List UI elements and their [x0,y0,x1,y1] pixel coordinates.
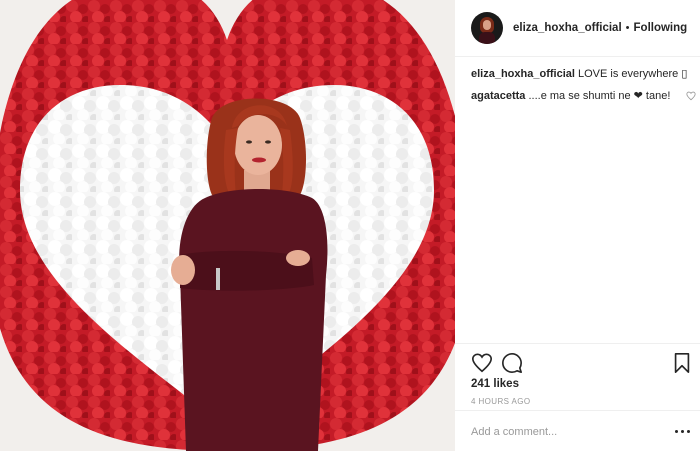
comments-list: eliza_hoxha_official LOVE is everywhere … [471,66,696,110]
more-options-icon[interactable] [675,425,691,437]
comment-input[interactable] [471,423,661,441]
comment-like-icon[interactable] [686,91,696,101]
add-comment-bar [455,410,700,451]
comment-text: LOVE is everywhere ▯ [578,68,688,80]
following-button[interactable]: Following [634,22,688,34]
heart-icon[interactable] [471,352,493,374]
post-photo[interactable] [0,0,455,451]
likes-count[interactable]: 241 likes [471,378,519,390]
comment-username[interactable]: eliza_hoxha_official [471,68,575,80]
header-username[interactable]: eliza_hoxha_official [513,22,622,34]
comment-item: agatacetta ....e ma se shumti ne ❤ tane! [471,88,696,104]
avatar[interactable] [471,12,503,44]
bookmark-icon[interactable] [671,352,693,374]
post-panel: eliza_hoxha_official • Following eliza_h… [455,0,700,451]
comment-item: eliza_hoxha_official LOVE is everywhere … [471,66,696,82]
post-timestamp[interactable]: 4 HOURS AGO [471,397,531,406]
comment-icon[interactable] [501,352,523,374]
header-separator: • [625,22,630,34]
comment-username[interactable]: agatacetta [471,90,525,102]
post-header: eliza_hoxha_official • Following [455,0,700,57]
photo-art [0,0,455,451]
comment-text: ....e ma se shumti ne ❤ tane! [528,90,671,102]
